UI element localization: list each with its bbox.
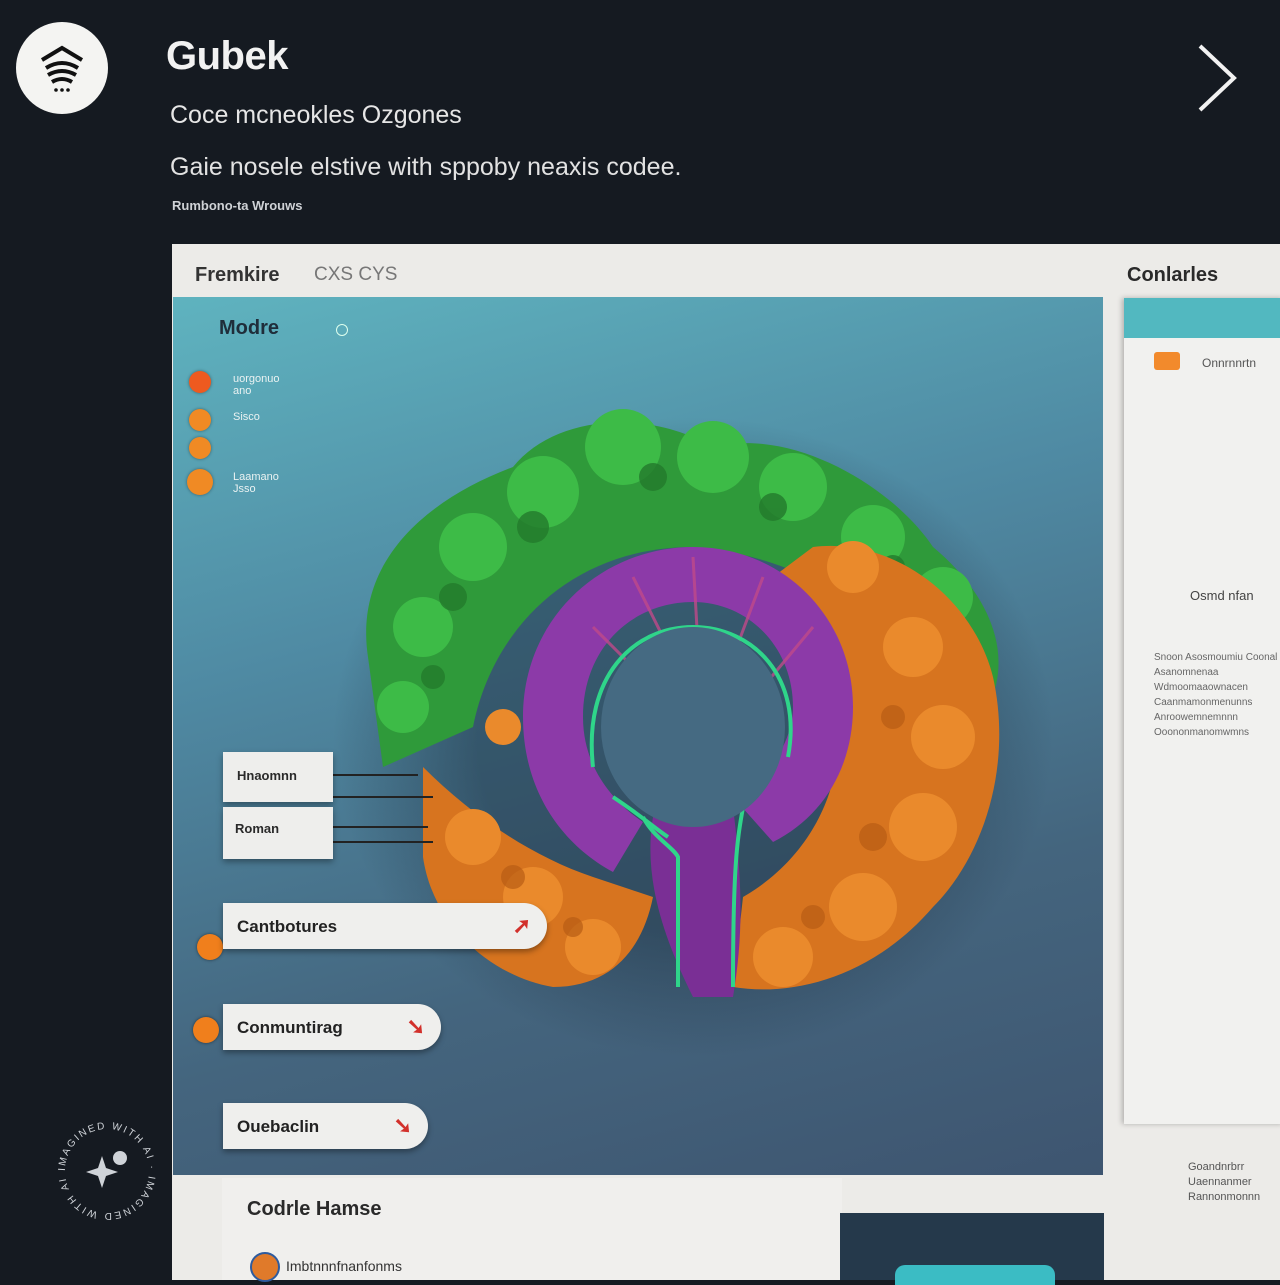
sparkle-icon: IMAGINED WITH AI · IMAGINED WITH AI [57, 1121, 155, 1221]
chevron-right-icon [1198, 44, 1237, 112]
preview-button[interactable] [895, 1265, 1055, 1285]
arrow-icon: ➘ [406, 1014, 425, 1039]
pill-label: Cantbotures [237, 917, 338, 936]
callout-card[interactable]: Hnaomnn [223, 752, 333, 802]
pill-button[interactable]: Ouebaclin ➘ [223, 1103, 428, 1149]
pill-label: Conmuntirag [237, 1018, 343, 1037]
next-button[interactable] [1188, 40, 1248, 116]
pill-button[interactable]: Conmuntirag ➘ [223, 1004, 441, 1050]
code-home-card: Codrle Hamse Imbtnnnfnanfonms [222, 1178, 842, 1282]
pill-button[interactable]: Cantbotures ➚ [223, 903, 547, 949]
right-footer-text: Goandnrbrr Uaennanmer Rannonmonnn [1188, 1161, 1261, 1203]
preview-card [840, 1213, 1104, 1285]
arrow-icon: ➚ [512, 913, 531, 938]
page-title: Gubek [166, 34, 288, 78]
callout-label: Hnaomnn [237, 768, 297, 783]
avatar [250, 1252, 280, 1282]
pill-label: Ouebaclin [237, 1117, 320, 1136]
pill-indicator-dot [193, 1017, 219, 1043]
code-home-item-label: Imbtnnnfnanfonms [286, 1258, 402, 1274]
visualization-area[interactable]: Modre uorgonuo ano Sisco Laamano Jsso Hn… [173, 297, 1103, 1175]
panel-header: Fremkire CXS CYS [172, 244, 1102, 298]
sidebar-header [1124, 298, 1280, 338]
panel-title: Fremkire [195, 264, 280, 286]
pill-indicator-dot [197, 934, 223, 960]
code-home-title: Codrle Hamse [247, 1198, 382, 1220]
panel-subtitle: CXS CYS [314, 264, 398, 285]
folder-icon [1154, 352, 1180, 370]
right-panel-title: Conlarles [1127, 264, 1219, 286]
callout-card[interactable]: Roman [223, 807, 333, 859]
watermark: IMAGINED WITH AI · IMAGINED WITH AI [52, 1116, 162, 1226]
sidebar-label: Osmd nfan [1190, 588, 1254, 603]
right-sidebar: Onnrnnrtn Osmd nfan Snoon Asosmoumiu Coo… [1124, 298, 1280, 1124]
sidebar-item-label: Onnrnnrtn [1202, 356, 1257, 370]
callout-label: Roman [235, 821, 280, 836]
sidebar-text: Snoon Asosmoumiu Coonal Asanomnenaa Wdmo… [1154, 652, 1278, 738]
layers-icon [40, 45, 84, 92]
page-description: Gaie nosele elstive with sppoby neaxis c… [170, 153, 682, 181]
page-meta: Rumbono-ta Wrouws [172, 198, 303, 213]
page-subtitle: Coce mcneokles Ozgones [170, 101, 462, 129]
app-logo[interactable] [16, 22, 108, 114]
arrow-icon: ➘ [393, 1113, 412, 1138]
